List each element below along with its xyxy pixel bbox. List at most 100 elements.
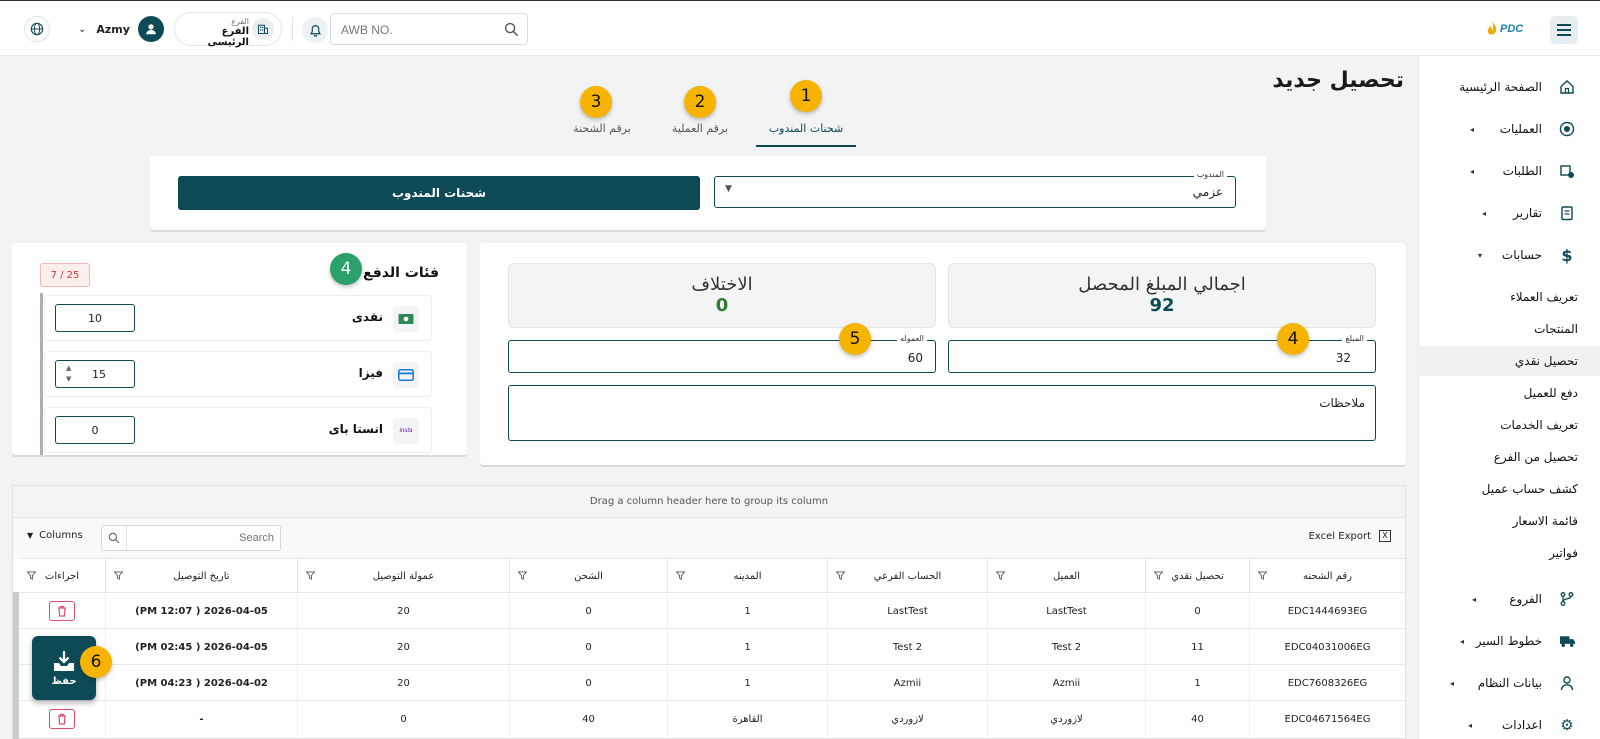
- user-menu[interactable]: ⌄ Azmy: [78, 15, 164, 43]
- column-header-delivery-date[interactable]: تاريخ التوصيل: [105, 559, 297, 593]
- column-header-city[interactable]: المدينه: [667, 559, 827, 593]
- grid-search-input[interactable]: [132, 530, 274, 546]
- cell-actions: [19, 701, 105, 737]
- language-button[interactable]: [24, 16, 50, 42]
- chevron-left-icon: ◂: [1467, 720, 1472, 730]
- chevron-left-icon: ◂: [1481, 208, 1486, 218]
- agent-shipments-button[interactable]: شحنات المندوب: [178, 176, 700, 210]
- table-row[interactable]: EDC04031006EG 11 Test 2 Test 2 1 0 20 2026-04-0…: [19, 628, 1405, 665]
- filter-icon[interactable]: [675, 571, 686, 580]
- step-badge: 4: [1277, 323, 1309, 355]
- chevron-left-icon: ◂: [1459, 636, 1464, 646]
- operations-icon: [1558, 120, 1576, 138]
- sidebar-subitem-services[interactable]: تعريف الخدمات: [1418, 410, 1600, 440]
- cell-sub-account: LastTest: [827, 593, 987, 629]
- filter-icon[interactable]: [995, 571, 1006, 580]
- filter-icon[interactable]: [1153, 571, 1164, 580]
- cell-shipping: 0: [509, 629, 667, 665]
- notes-field[interactable]: ملاحظات: [508, 385, 1376, 441]
- sidebar-item-label: الطلبات: [1502, 164, 1542, 178]
- tab-by-operation[interactable]: برقم العملية: [664, 122, 736, 147]
- visa-amount-input[interactable]: ▲ ▼ 15: [55, 360, 135, 388]
- search-icon[interactable]: [504, 22, 519, 37]
- cell-cash: 11: [1145, 629, 1249, 665]
- notifications-button[interactable]: [302, 17, 328, 43]
- sidebar-subitem-cash-collection[interactable]: تحصيل نقدي: [1418, 346, 1600, 376]
- sidebar-subitem-price-list[interactable]: قائمة الاسعار: [1418, 506, 1600, 536]
- cell-city: 1: [667, 629, 827, 665]
- cell-actions: [19, 593, 105, 629]
- agent-select-label: المندوب: [1193, 170, 1227, 179]
- sidebar-subitem-products[interactable]: المنتجات: [1418, 314, 1600, 344]
- table-row[interactable]: EDC1444693EG 0 LastTest LastTest 1 0 20 2026-04…: [19, 592, 1405, 629]
- delete-button[interactable]: [49, 601, 75, 621]
- column-header-delivery-commission[interactable]: عمولة التوصيل: [297, 559, 509, 593]
- cell-awb: EDC7608326EG: [1249, 665, 1405, 701]
- cell-delivery-date: 2026-04-05 ( 12:07 PM): [105, 593, 297, 629]
- column-header-cash[interactable]: تحصيل نقدي: [1145, 559, 1249, 593]
- payment-list-scrollbar[interactable]: [40, 293, 43, 455]
- excel-export-button[interactable]: Excel Export X: [1309, 530, 1391, 542]
- sidebar-subitem-label: المنتجات: [1534, 322, 1578, 336]
- divider: [126, 526, 127, 550]
- tab-by-shipment[interactable]: برقم الشحنة: [566, 122, 638, 147]
- step-badge: 4: [330, 253, 362, 285]
- column-header-awb[interactable]: رقم الشحنه: [1249, 559, 1405, 593]
- instapay-amount-input[interactable]: 0: [55, 416, 135, 444]
- column-header-label: تاريخ التوصيل: [173, 570, 230, 582]
- sidebar-item-orders[interactable]: ◂ الطلبات: [1418, 156, 1600, 186]
- filter-icon[interactable]: [113, 571, 124, 580]
- column-header-sub-account[interactable]: الحساب الفرعي: [827, 559, 987, 593]
- filter-icon[interactable]: [835, 571, 846, 580]
- sidebar-subitem-customers[interactable]: تعريف العملاء: [1418, 282, 1600, 312]
- dropdown-arrow-icon: ▼: [725, 184, 732, 194]
- column-header-actions[interactable]: اجراءات: [19, 559, 105, 593]
- group-panel-hint: Drag a column header here to group its c…: [589, 496, 829, 507]
- tab-label: برقم الشحنة: [573, 122, 631, 135]
- sidebar-subitem-branch-collection[interactable]: تحصيل من الفرع: [1418, 442, 1600, 472]
- amount-field[interactable]: المبلغ 32: [948, 334, 1376, 373]
- filter-icon[interactable]: [517, 571, 528, 580]
- menu-toggle-button[interactable]: [1550, 16, 1578, 44]
- table-row[interactable]: EDC7608326EG 1 Azmii Azmii 1 0 20 2026-04-02 ( …: [19, 664, 1405, 701]
- sidebar-item-routes[interactable]: ◂ خطوط السير: [1418, 626, 1600, 656]
- sidebar-item-label: الصفحة الرئيسية: [1459, 80, 1542, 94]
- filter-icon[interactable]: [1257, 571, 1268, 580]
- column-header-shipping[interactable]: الشحن: [509, 559, 667, 593]
- sidebar-item-settings[interactable]: ◂ اعدادات ⚙: [1418, 710, 1600, 739]
- sidebar-subitem-customer-statement[interactable]: كشف حساب عميل: [1418, 474, 1600, 504]
- sidebar-subitem-invoices[interactable]: فواتير: [1418, 538, 1600, 568]
- grid-search-box[interactable]: [101, 525, 281, 551]
- filter-icon[interactable]: [305, 571, 316, 580]
- sidebar-item-branches[interactable]: ◂ الفروع: [1418, 584, 1600, 614]
- commission-field[interactable]: العموله 60: [508, 334, 936, 373]
- sidebar-subitem-pay-customer[interactable]: دفع للعميل: [1418, 378, 1600, 408]
- group-panel[interactable]: Drag a column header here to group its c…: [13, 486, 1405, 518]
- filter-icon[interactable]: [26, 571, 37, 580]
- chevron-down-icon: ▾: [1477, 250, 1482, 260]
- table-row[interactable]: EDC04671564EG 40 لازوردي لازوردي القاهرة 40 0-: [19, 700, 1405, 737]
- cash-amount-input[interactable]: 10: [55, 304, 135, 332]
- number-stepper-icon[interactable]: ▲ ▼: [66, 363, 71, 385]
- agent-select[interactable]: المندوب عزمي ▼: [714, 170, 1236, 208]
- sidebar-item-accounts[interactable]: ▾ حسابات $: [1418, 240, 1600, 270]
- branch-selector[interactable]: الفرع الفرع الرئيسى: [174, 12, 282, 48]
- sidebar-item-home[interactable]: الصفحة الرئيسية: [1418, 72, 1600, 102]
- payment-count-badge: 7 / 25: [40, 263, 90, 287]
- cell-delivery-date: 2026-04-05 ( 02:45 PM): [105, 629, 297, 665]
- awb-search-input[interactable]: [341, 20, 491, 40]
- step-badge: 6: [80, 646, 112, 678]
- sidebar-item-system-data[interactable]: ◂ بيانات النظام: [1418, 668, 1600, 698]
- sidebar-item-reports[interactable]: ◂ تقارير: [1418, 198, 1600, 228]
- difference-box: الاختلاف 0: [508, 263, 936, 328]
- columns-chooser-button[interactable]: ▼ Columns: [27, 530, 83, 541]
- column-header-customer[interactable]: العميل: [987, 559, 1145, 593]
- amount-value: 32: [1335, 351, 1351, 365]
- tab-label: شحنات المندوب: [768, 122, 844, 135]
- delete-button[interactable]: [49, 709, 75, 729]
- awb-search-field[interactable]: [330, 13, 528, 45]
- sidebar-item-operations[interactable]: ◂ العمليات: [1418, 114, 1600, 144]
- cell-sub-account: لازوردي: [827, 701, 987, 737]
- step-badge: 5: [839, 323, 871, 355]
- tab-agent-shipments[interactable]: شحنات المندوب: [756, 122, 856, 147]
